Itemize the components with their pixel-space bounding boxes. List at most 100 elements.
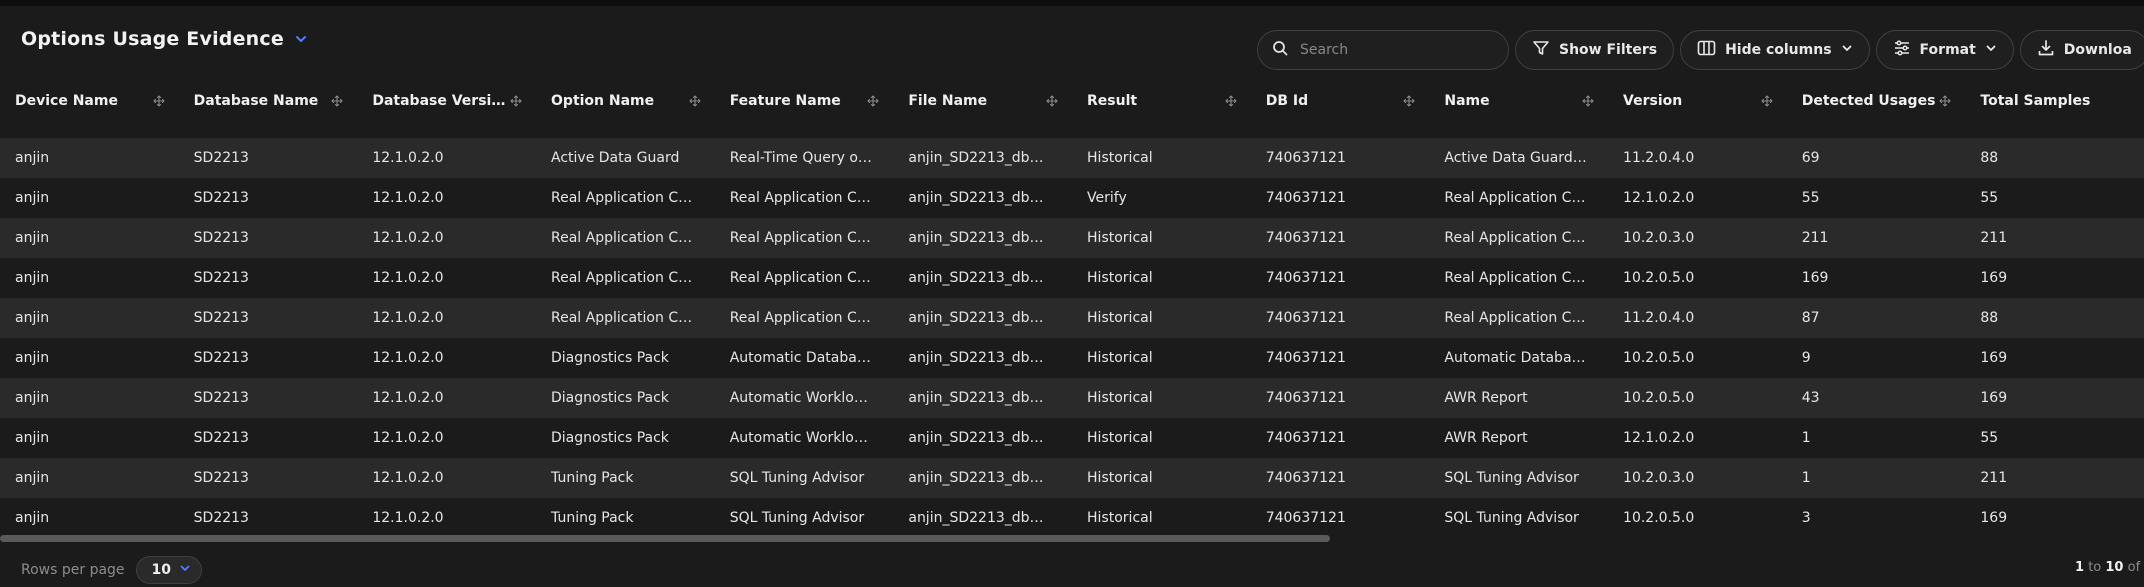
- table-cell: Real Application C…: [551, 190, 693, 206]
- table-cell: SD2213: [193, 390, 249, 406]
- column-header-label: Database Version: [372, 93, 511, 109]
- search-input[interactable]: [1298, 41, 1492, 59]
- search-box[interactable]: [1257, 30, 1509, 70]
- table-cell: 88: [1980, 150, 1999, 166]
- table-cell: 3: [1801, 510, 1811, 526]
- table-cell: SQL Tuning Advisor: [1444, 470, 1579, 486]
- table-cell: Historical: [1087, 510, 1153, 526]
- table-cell: 740637121: [1265, 430, 1346, 446]
- table-cell: Real-Time Query o…: [729, 150, 872, 166]
- table-cell: Historical: [1087, 270, 1153, 286]
- table-body: anjin SD2213 12.1.0.2.0 Active Data Guard Re…: [0, 138, 2144, 538]
- table-cell: 9: [1801, 350, 1811, 366]
- table-cell: 740637121: [1265, 270, 1346, 286]
- chevron-down-icon: [179, 562, 191, 578]
- table-cell: 12.1.0.2.0: [372, 470, 444, 486]
- table-row[interactable]: anjin SD2213 12.1.0.2.0 Real Application C……: [0, 258, 2144, 298]
- table-cell: Automatic Worklo…: [729, 430, 868, 446]
- table-cell: Verify: [1087, 190, 1127, 206]
- table-cell: Historical: [1087, 430, 1153, 446]
- table-cell: 10.2.0.5.0: [1623, 390, 1695, 406]
- rows-per-page: Rows per page 10: [21, 556, 203, 584]
- table-cell: 169: [1980, 350, 2008, 366]
- move-icon[interactable]: [1225, 95, 1237, 107]
- table-cell: 12.1.0.2.0: [372, 350, 444, 366]
- move-icon[interactable]: [867, 95, 879, 107]
- table-cell: anjin: [15, 190, 50, 206]
- scrollbar-thumb[interactable]: [0, 535, 1330, 542]
- title-dropdown[interactable]: Options Usage Evidence: [21, 28, 308, 50]
- sliders-icon: [1893, 39, 1911, 61]
- table-cell: 1: [1801, 470, 1811, 486]
- table-row[interactable]: anjin SD2213 12.1.0.2.0 Diagnostics Pack Aut…: [0, 418, 2144, 458]
- table-cell: anjin: [15, 230, 50, 246]
- table-cell: 12.1.0.2.0: [372, 230, 444, 246]
- table-cell: anjin_SD2213_db…: [908, 190, 1044, 206]
- column-header[interactable]: Database Name: [179, 93, 358, 109]
- show-filters-button[interactable]: Show Filters: [1515, 30, 1675, 70]
- move-icon[interactable]: [153, 95, 165, 107]
- download-button[interactable]: Downloa: [2019, 30, 2144, 70]
- move-icon[interactable]: [689, 95, 701, 107]
- table-row[interactable]: anjin SD2213 12.1.0.2.0 Real Application C……: [0, 298, 2144, 338]
- column-header[interactable]: Result: [1072, 93, 1251, 109]
- table-cell: SQL Tuning Advisor: [729, 510, 865, 526]
- move-icon[interactable]: [1761, 95, 1773, 107]
- table-cell: Tuning Pack: [551, 470, 634, 486]
- column-header[interactable]: Detected Usages: [1787, 93, 1966, 109]
- table-cell: AWR Report: [1444, 390, 1528, 406]
- move-icon[interactable]: [1403, 95, 1415, 107]
- column-header[interactable]: DB Id: [1251, 93, 1430, 109]
- column-header-label: File Name: [908, 93, 988, 109]
- column-header[interactable]: Database Version: [357, 93, 536, 109]
- column-header-label: Device Name: [15, 93, 118, 109]
- table-cell: 12.1.0.2.0: [1623, 190, 1695, 206]
- table-row[interactable]: anjin SD2213 12.1.0.2.0 Real Application C……: [0, 218, 2144, 258]
- column-header[interactable]: Name: [1429, 93, 1608, 109]
- table-row[interactable]: anjin SD2213 12.1.0.2.0 Tuning Pack SQL Tuni…: [0, 458, 2144, 498]
- table-cell: anjin: [15, 510, 50, 526]
- column-header-label: Option Name: [551, 93, 655, 109]
- table-cell: Historical: [1087, 310, 1153, 326]
- table-cell: Automatic Databa…: [1444, 350, 1586, 366]
- table-row[interactable]: anjin SD2213 12.1.0.2.0 Real Application C……: [0, 178, 2144, 218]
- column-header[interactable]: File Name: [893, 93, 1072, 109]
- table-cell: Real Application C…: [551, 270, 693, 286]
- table-cell: 10.2.0.5.0: [1623, 270, 1695, 286]
- move-icon[interactable]: [1582, 95, 1594, 107]
- table-cell: Automatic Worklo…: [729, 390, 868, 406]
- column-header[interactable]: Version: [1608, 93, 1787, 109]
- format-button[interactable]: Format: [1875, 30, 2014, 70]
- rows-per-page-select[interactable]: 10: [135, 556, 203, 584]
- table-cell: anjin: [15, 390, 50, 406]
- move-icon[interactable]: [1046, 95, 1058, 107]
- column-header[interactable]: Total Samples: [1965, 93, 2144, 109]
- hide-columns-button[interactable]: Hide columns: [1680, 30, 1870, 70]
- move-icon[interactable]: [331, 95, 343, 107]
- table-cell: anjin: [15, 270, 50, 286]
- table-cell: Real Application C…: [551, 310, 693, 326]
- table-cell: anjin_SD2213_db…: [908, 150, 1044, 166]
- table-cell: 169: [1980, 510, 2008, 526]
- table-row[interactable]: anjin SD2213 12.1.0.2.0 Active Data Guard Re…: [0, 138, 2144, 178]
- table-row[interactable]: anjin SD2213 12.1.0.2.0 Diagnostics Pack Aut…: [0, 378, 2144, 418]
- column-header[interactable]: Option Name: [536, 93, 715, 109]
- table-cell: 740637121: [1265, 390, 1346, 406]
- column-header[interactable]: Feature Name: [715, 93, 894, 109]
- table-cell: anjin: [15, 470, 50, 486]
- move-icon[interactable]: [510, 95, 522, 107]
- columns-icon: [1697, 39, 1716, 61]
- table-cell: anjin_SD2213_db…: [908, 310, 1044, 326]
- table-cell: 740637121: [1265, 190, 1346, 206]
- move-icon[interactable]: [1939, 95, 1951, 107]
- table-cell: anjin: [15, 310, 50, 326]
- table-cell: 740637121: [1265, 510, 1346, 526]
- table-cell: Real Application C…: [729, 230, 871, 246]
- column-header-label: Total Samples: [1980, 93, 2091, 109]
- column-header[interactable]: Device Name: [0, 93, 179, 109]
- table-row[interactable]: anjin SD2213 12.1.0.2.0 Tuning Pack SQL Tuni…: [0, 498, 2144, 538]
- table-cell: 12.1.0.2.0: [372, 390, 444, 406]
- table-cell: 10.2.0.3.0: [1623, 470, 1695, 486]
- table-row[interactable]: anjin SD2213 12.1.0.2.0 Diagnostics Pack Aut…: [0, 338, 2144, 378]
- table-cell: SD2213: [193, 150, 249, 166]
